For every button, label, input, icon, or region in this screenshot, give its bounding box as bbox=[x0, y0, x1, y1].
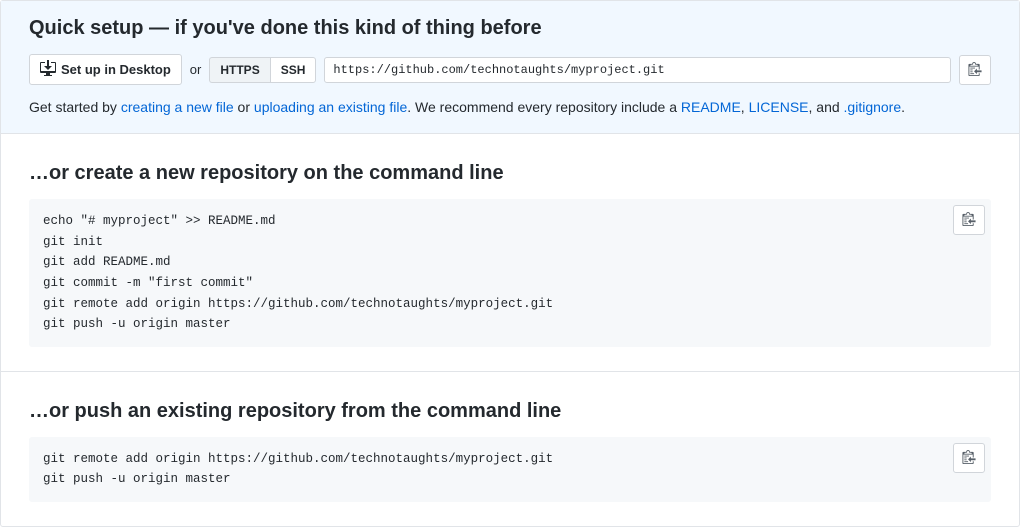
quick-setup-hint: Get started by creating a new file or up… bbox=[29, 99, 991, 115]
copy-create-button[interactable] bbox=[953, 205, 985, 235]
quick-setup-title: Quick setup — if you've done this kind o… bbox=[29, 17, 991, 40]
create-repo-code[interactable]: echo "# myproject" >> README.md git init… bbox=[43, 211, 977, 335]
gitignore-link[interactable]: .gitignore bbox=[844, 99, 902, 115]
hint-period: . bbox=[901, 99, 905, 115]
hint-comma: , bbox=[741, 99, 749, 115]
push-repo-code[interactable]: git remote add origin https://github.com… bbox=[43, 449, 977, 490]
clipboard-icon bbox=[968, 61, 982, 79]
upload-file-link[interactable]: uploading an existing file bbox=[254, 99, 407, 115]
setup-desktop-label: Set up in Desktop bbox=[61, 62, 171, 77]
license-link[interactable]: LICENSE bbox=[749, 99, 809, 115]
or-text: or bbox=[190, 62, 202, 77]
readme-link[interactable]: README bbox=[681, 99, 741, 115]
hint-and: , and bbox=[809, 99, 844, 115]
quick-setup-panel: Quick setup — if you've done this kind o… bbox=[1, 1, 1019, 134]
https-toggle[interactable]: HTTPS bbox=[209, 57, 269, 83]
hint-mid: . We recommend every repository include … bbox=[407, 99, 681, 115]
ssh-toggle[interactable]: SSH bbox=[270, 57, 317, 83]
push-repo-title: …or push an existing repository from the… bbox=[29, 400, 991, 423]
clipboard-icon bbox=[962, 211, 976, 229]
copy-push-button[interactable] bbox=[953, 443, 985, 473]
clone-url-input[interactable] bbox=[324, 57, 951, 83]
setup-desktop-button[interactable]: Set up in Desktop bbox=[29, 54, 182, 85]
create-file-link[interactable]: creating a new file bbox=[121, 99, 234, 115]
push-repo-code-area: git remote add origin https://github.com… bbox=[29, 437, 991, 502]
create-repo-title: …or create a new repository on the comma… bbox=[29, 162, 991, 185]
hint-prefix: Get started by bbox=[29, 99, 121, 115]
create-repo-code-area: echo "# myproject" >> README.md git init… bbox=[29, 199, 991, 347]
repo-setup-box: Quick setup — if you've done this kind o… bbox=[0, 0, 1020, 527]
create-repo-section: …or create a new repository on the comma… bbox=[1, 134, 1019, 372]
hint-or: or bbox=[234, 99, 254, 115]
protocol-toggle: HTTPS SSH bbox=[209, 57, 316, 83]
clipboard-icon bbox=[962, 449, 976, 467]
quick-setup-row: Set up in Desktop or HTTPS SSH bbox=[29, 54, 991, 85]
push-repo-section: …or push an existing repository from the… bbox=[1, 372, 1019, 526]
copy-url-button[interactable] bbox=[959, 55, 991, 85]
desktop-download-icon bbox=[40, 60, 56, 79]
